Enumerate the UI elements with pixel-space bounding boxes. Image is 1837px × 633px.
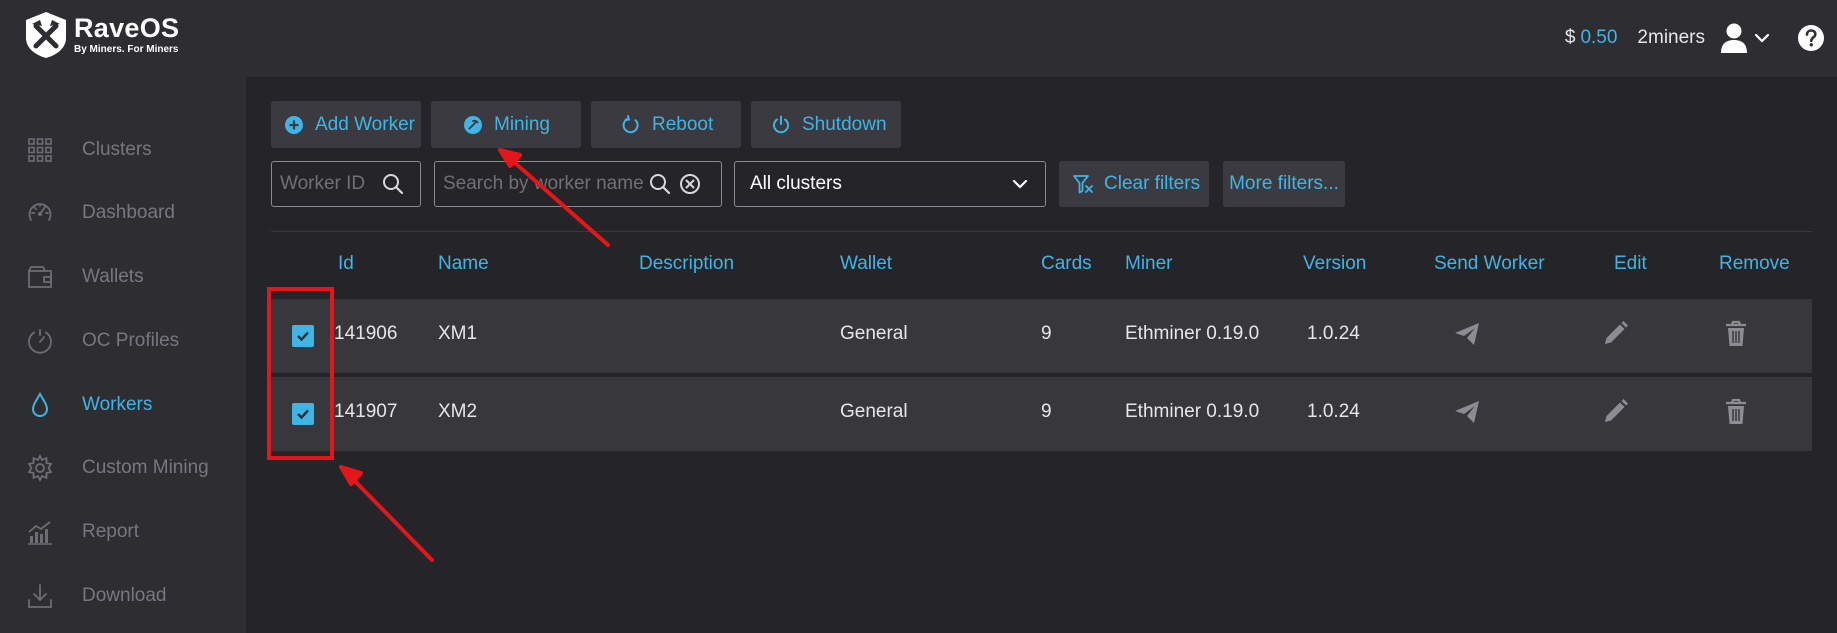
sidebar-item-dashboard[interactable]: Dashboard [0, 193, 246, 233]
sidebar-item-label: Dashboard [82, 202, 175, 223]
grid-icon [28, 138, 52, 162]
reboot-button[interactable]: Reboot [591, 101, 741, 148]
add-worker-button[interactable]: Add Worker [271, 101, 421, 148]
trash-icon[interactable] [1721, 319, 1751, 349]
worker-miner: Ethminer 0.19.0 [1125, 401, 1260, 422]
download-icon [28, 584, 52, 608]
reboot-icon [622, 114, 639, 133]
power-icon [773, 115, 789, 133]
worker-version: 1.0.24 [1307, 323, 1360, 344]
pencil-icon[interactable] [1600, 319, 1630, 349]
chevron-down-icon [1012, 179, 1028, 189]
worker-name[interactable]: XM2 [438, 401, 477, 423]
pickaxe-circle-icon [464, 115, 482, 134]
shutdown-button[interactable]: Shutdown [751, 101, 901, 148]
sidebar-item-report[interactable]: Report [0, 512, 246, 552]
help-icon[interactable] [1797, 24, 1825, 52]
balance: $0.50 [1565, 27, 1618, 49]
sidebar-item-label: OC Profiles [82, 330, 180, 351]
column-header-send-worker: Send Worker [1434, 253, 1545, 274]
worker-name[interactable]: XM1 [438, 323, 477, 345]
filter-clear-icon [1073, 175, 1093, 194]
column-header-version[interactable]: Version [1303, 253, 1366, 275]
username[interactable]: 2miners [1637, 27, 1705, 49]
sidebar-item-label: Download [82, 585, 167, 606]
mining-button[interactable]: Mining [431, 101, 581, 148]
logo-subtitle: By Miners. For Miners [74, 44, 179, 55]
send-icon[interactable] [1452, 319, 1482, 349]
worker-name-input[interactable] [435, 173, 649, 195]
sidebar-item-label: Custom Mining [82, 457, 209, 478]
sidebar-item-download[interactable]: Download [0, 576, 246, 616]
column-header-cards[interactable]: Cards [1041, 253, 1092, 275]
clear-filters-button[interactable]: Clear filters [1059, 161, 1209, 207]
sidebar-item-label: Wallets [82, 266, 144, 287]
worker-id: 141907 [334, 401, 398, 422]
logo[interactable]: RaveOS By Miners. For Miners [22, 10, 179, 60]
clear-icon[interactable] [679, 173, 701, 195]
column-header-miner[interactable]: Miner [1125, 253, 1173, 275]
drop-icon [31, 391, 49, 417]
cluster-select[interactable]: All clusters [734, 161, 1046, 207]
send-icon[interactable] [1452, 397, 1482, 427]
column-header-name[interactable]: Name [438, 253, 489, 275]
sidebar-item-label: Clusters [82, 139, 152, 160]
sidebar: Clusters Dashboard Wallets OC Profiles W… [0, 77, 246, 633]
shutdown-label: Shutdown [802, 113, 887, 135]
annotation-highlight-box [267, 287, 334, 460]
sidebar-item-custom-mining[interactable]: Custom Mining [0, 448, 246, 488]
clear-filters-label: Clear filters [1104, 173, 1201, 194]
chart-icon [28, 521, 52, 545]
cluster-select-value: All clusters [750, 173, 842, 194]
sidebar-item-wallets[interactable]: Wallets [0, 257, 246, 297]
pencil-icon[interactable] [1600, 397, 1630, 427]
worker-name-field[interactable] [434, 161, 722, 207]
worker-version: 1.0.24 [1307, 401, 1360, 422]
worker-wallet: General [840, 401, 908, 422]
sidebar-item-oc-profiles[interactable]: OC Profiles [0, 321, 246, 361]
top-bar: RaveOS By Miners. For Miners $0.50 2mine… [0, 0, 1837, 77]
search-icon[interactable] [382, 173, 404, 195]
sidebar-item-label: Workers [82, 394, 153, 415]
speedometer-icon [28, 203, 52, 221]
mining-label: Mining [494, 113, 550, 135]
column-header-remove: Remove [1719, 253, 1790, 274]
worker-id: 141906 [334, 323, 398, 344]
worker-cards: 9 [1041, 401, 1052, 422]
currency-symbol: $ [1564, 27, 1576, 48]
logo-title: RaveOS [74, 13, 180, 43]
sidebar-item-workers[interactable]: Workers [0, 385, 246, 425]
search-icon[interactable] [649, 173, 671, 195]
gear-icon [27, 454, 53, 482]
worker-id-field[interactable] [271, 161, 421, 207]
column-header-wallet[interactable]: Wallet [840, 253, 892, 275]
more-filters-label: More filters... [1229, 173, 1339, 194]
balance-amount: 0.50 [1580, 27, 1618, 48]
user-icon[interactable] [1719, 22, 1749, 54]
add-worker-label: Add Worker [315, 113, 415, 135]
gauge-icon [28, 329, 52, 354]
more-filters-button[interactable]: More filters... [1223, 161, 1345, 207]
table-row[interactable]: 141907 XM2 General 9 Ethminer 0.19.0 1.0… [271, 377, 1812, 451]
plus-circle-icon [285, 115, 303, 134]
trash-icon[interactable] [1721, 397, 1751, 427]
divider [271, 231, 1812, 232]
sidebar-item-label: Report [82, 521, 140, 542]
chevron-down-icon[interactable] [1753, 29, 1771, 47]
worker-cards: 9 [1041, 323, 1052, 344]
sidebar-item-clusters[interactable]: Clusters [0, 130, 246, 170]
worker-miner: Ethminer 0.19.0 [1125, 323, 1260, 344]
column-header-id[interactable]: Id [338, 253, 354, 275]
column-header-description[interactable]: Description [639, 253, 734, 275]
column-header-edit: Edit [1614, 253, 1647, 274]
logo-shield-icon [26, 12, 66, 58]
table-row[interactable]: 141906 XM1 General 9 Ethminer 0.19.0 1.0… [271, 299, 1812, 373]
worker-id-input[interactable] [272, 173, 382, 195]
worker-wallet: General [840, 323, 908, 344]
main-content: Add Worker Mining Reboot Shutdown Worker… [246, 77, 1837, 633]
reboot-label: Reboot [652, 113, 714, 135]
wallet-icon [28, 266, 52, 288]
